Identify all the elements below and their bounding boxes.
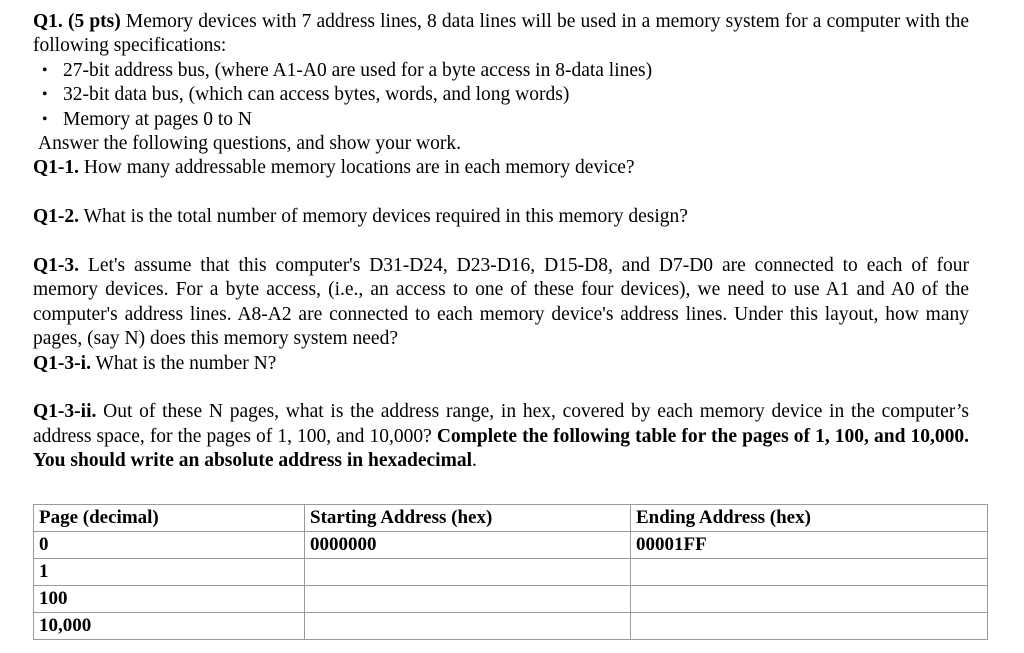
subquestion-q1-1: Q1-1. How many addressable memory locati… (33, 156, 969, 180)
address-table-container: Page (decimal) Starting Address (hex) En… (33, 504, 988, 640)
subquestion-text: What is the total number of memory devic… (79, 206, 688, 228)
subquestion-q1-3: Q1-3. Let's assume that this computer's … (33, 254, 969, 352)
table-row: 10,000 (33, 612, 988, 640)
bullet-icon: • (42, 61, 48, 79)
subquestion-text: What is the number N? (90, 352, 277, 374)
subquestion-q1-3-i: Q1-3-i. What is the number N? (33, 352, 969, 376)
answer-instruction: Answer the following questions, and show… (38, 133, 461, 155)
subquestion-label: Q1-1. (33, 157, 80, 179)
list-item: • 32-bit data bus, (which can access byte… (33, 83, 969, 107)
table-row: 0 0000000 00001FF (33, 531, 988, 559)
column-header-starting-address: Starting Address (hex) (304, 504, 631, 532)
list-item-label: 32-bit data bus, (which can access bytes… (63, 84, 570, 106)
cell-ending-address[interactable] (630, 558, 988, 586)
column-header-page: Page (decimal) (33, 504, 305, 532)
subquestion-label: Q1-2. (33, 206, 80, 228)
cell-starting-address[interactable] (304, 585, 631, 613)
cell-starting-address[interactable]: 0000000 (304, 531, 631, 559)
document-body: Q1. (5 pts) Memory devices with 7 addres… (33, 10, 969, 474)
question-points: (5 pts) (67, 11, 121, 32)
cell-ending-address[interactable] (630, 585, 988, 613)
address-range-table: Page (decimal) Starting Address (hex) En… (33, 504, 988, 640)
cell-starting-address[interactable] (304, 612, 631, 640)
question-label: Q1. (33, 11, 63, 32)
subquestion-text: How many addressable memory locations ar… (79, 157, 635, 179)
list-item: • Memory at pages 0 to N (33, 108, 969, 132)
list-item: • 27-bit address bus, (where A1-A0 are us… (33, 59, 969, 83)
question-intro-text: Memory devices with 7 address lines, 8 d… (33, 11, 969, 57)
specification-bullet-list: • 27-bit address bus, (where A1-A0 are us… (33, 59, 969, 132)
cell-page: 0 (33, 531, 305, 559)
cell-ending-address[interactable] (630, 612, 988, 640)
question-intro-paragraph: Q1. (5 pts) Memory devices with 7 addres… (33, 10, 969, 59)
document-page: Q1. (5 pts) Memory devices with 7 addres… (0, 0, 1024, 653)
subquestion-label: Q1-3. (33, 255, 80, 277)
subquestion-label: Q1-3-i. (33, 352, 91, 374)
subquestion-text: Let's assume that this computer's D31-D2… (33, 255, 969, 350)
column-header-ending-address: Ending Address (hex) (630, 504, 988, 532)
list-item-label: Memory at pages 0 to N (63, 108, 253, 130)
bullet-icon: • (42, 86, 48, 104)
cell-page: 1 (33, 558, 305, 586)
bullet-icon: • (42, 110, 48, 128)
subquestion-q1-2: Q1-2. What is the total number of memory… (33, 205, 969, 229)
subquestion-label: Q1-3-ii. (33, 401, 97, 423)
list-item-label: 27-bit address bus, (where A1-A0 are use… (63, 59, 653, 81)
cell-ending-address[interactable]: 00001FF (630, 531, 988, 559)
table-row: 1 (33, 558, 988, 586)
table-header-row: Page (decimal) Starting Address (hex) En… (33, 504, 988, 532)
table-row: 100 (33, 585, 988, 613)
cell-page: 100 (33, 585, 305, 613)
cell-starting-address[interactable] (304, 558, 631, 586)
subquestion-tail-text: . (472, 450, 477, 472)
cell-page: 10,000 (33, 612, 305, 640)
subquestion-q1-3-ii: Q1-3-ii. Out of these N pages, what is t… (33, 400, 969, 473)
